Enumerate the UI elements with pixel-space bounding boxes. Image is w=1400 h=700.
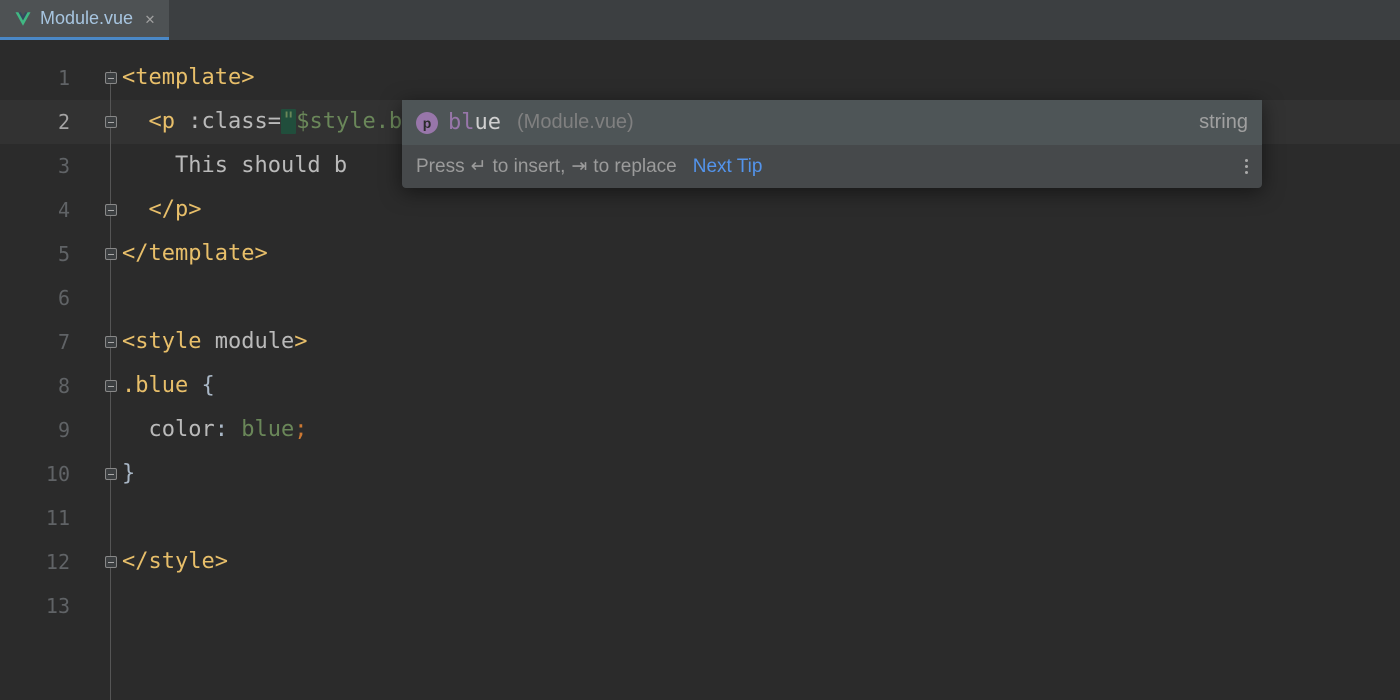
code-line: </p> xyxy=(122,188,1400,232)
line-number: 12 xyxy=(0,540,100,584)
code-line: <template> xyxy=(122,56,1400,100)
completion-name: blue xyxy=(448,110,501,135)
next-tip-link[interactable]: Next Tip xyxy=(693,156,763,178)
completion-footer: Press ↵ to insert, ⇥ to replace Next Tip xyxy=(402,145,1262,188)
completion-item[interactable]: p blue (Module.vue) string xyxy=(402,100,1262,145)
code-line: </style> xyxy=(122,540,1400,584)
fold-toggle-icon[interactable] xyxy=(105,72,117,84)
completion-type: string xyxy=(1199,111,1248,134)
tab-label: Module.vue xyxy=(40,8,133,29)
property-icon: p xyxy=(416,112,438,134)
vue-file-icon xyxy=(14,10,32,28)
line-number: 5 xyxy=(0,232,100,276)
code-area[interactable]: <template> <p :class="$style.bl"> This s… xyxy=(122,40,1400,700)
code-line: <style module> xyxy=(122,320,1400,364)
fold-toggle-icon[interactable] xyxy=(105,468,117,480)
line-number: 10 xyxy=(0,452,100,496)
code-line: } xyxy=(122,452,1400,496)
line-number: 1 xyxy=(0,56,100,100)
line-number: 7 xyxy=(0,320,100,364)
editor-tab-module-vue[interactable]: Module.vue ✕ xyxy=(0,0,169,40)
fold-toggle-icon[interactable] xyxy=(105,380,117,392)
fold-gutter xyxy=(100,40,122,700)
enter-key-icon: ↵ xyxy=(471,155,487,178)
more-options-icon[interactable] xyxy=(1245,159,1248,174)
line-number: 6 xyxy=(0,276,100,320)
line-number: 13 xyxy=(0,584,100,628)
tab-bar: Module.vue ✕ xyxy=(0,0,1400,40)
close-icon[interactable]: ✕ xyxy=(145,9,155,28)
code-line: </template> xyxy=(122,232,1400,276)
completion-origin: (Module.vue) xyxy=(517,111,634,134)
code-line: .blue { xyxy=(122,364,1400,408)
code-completion-popup: p blue (Module.vue) string Press ↵ to in… xyxy=(402,100,1262,188)
line-number: 2 xyxy=(0,100,100,144)
tab-key-icon: ⇥ xyxy=(571,155,587,178)
fold-toggle-icon[interactable] xyxy=(105,204,117,216)
line-number: 11 xyxy=(0,496,100,540)
line-number: 3 xyxy=(0,144,100,188)
line-number: 9 xyxy=(0,408,100,452)
code-line: color: blue; xyxy=(122,408,1400,452)
editor: 1 2 3 4 5 6 7 8 9 10 11 12 13 <template>… xyxy=(0,40,1400,700)
fold-toggle-icon[interactable] xyxy=(105,248,117,260)
line-number: 4 xyxy=(0,188,100,232)
fold-toggle-icon[interactable] xyxy=(105,116,117,128)
fold-toggle-icon[interactable] xyxy=(105,556,117,568)
code-line xyxy=(122,496,1400,540)
code-line xyxy=(122,584,1400,628)
line-number-gutter: 1 2 3 4 5 6 7 8 9 10 11 12 13 xyxy=(0,40,100,700)
fold-toggle-icon[interactable] xyxy=(105,336,117,348)
code-line xyxy=(122,276,1400,320)
line-number: 8 xyxy=(0,364,100,408)
